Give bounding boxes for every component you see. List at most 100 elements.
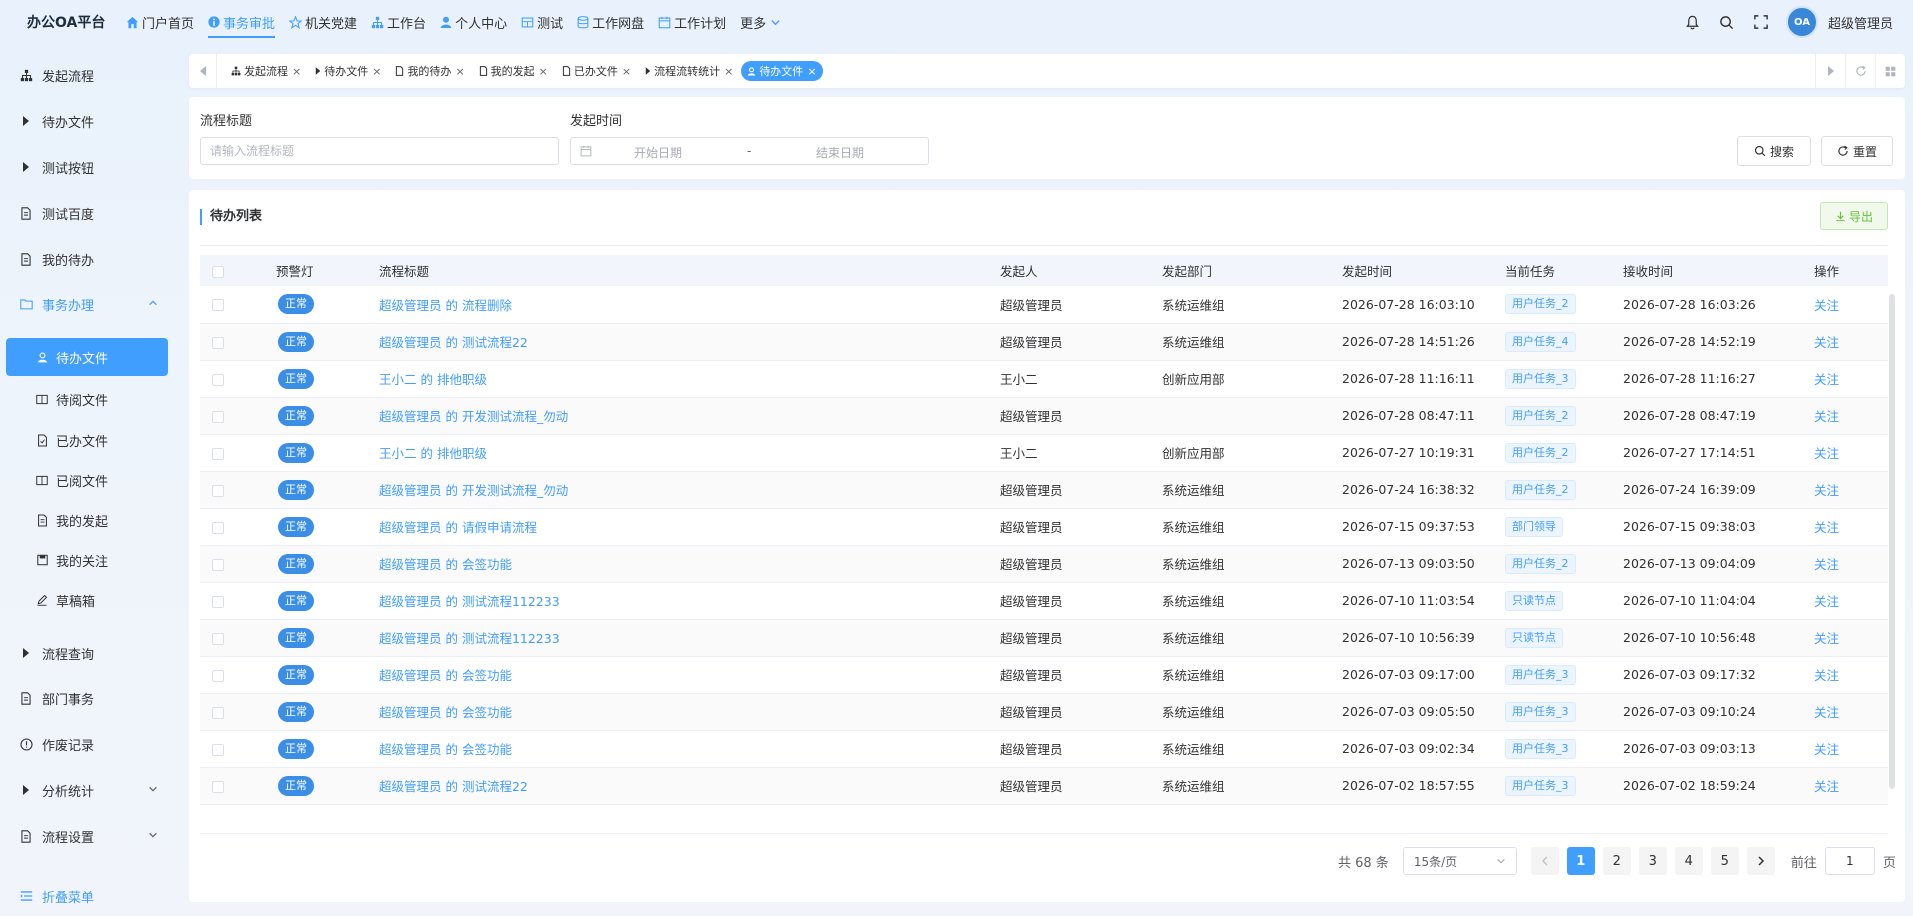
page-button[interactable]: 5 xyxy=(1710,847,1739,875)
table-row[interactable]: 正常 超级管理员 的 会签功能 超级管理员 系统运维组 2026-07-03 09:05… xyxy=(200,693,1888,730)
row-checkbox[interactable] xyxy=(200,360,276,397)
nav-item-netdisk[interactable]: 工作网盘 xyxy=(570,0,651,44)
table-row[interactable]: 正常 超级管理员 的 开发测试流程_勿动 超级管理员 2026-07-28 08:47… xyxy=(200,397,1888,434)
fullscreen-icon[interactable] xyxy=(1744,0,1778,44)
sidebar-item-dept-affairs[interactable]: 部门事务 xyxy=(6,679,168,717)
nav-item-portal[interactable]: 门户首页 xyxy=(119,0,201,44)
table-row[interactable]: 正常 超级管理员 的 请假申请流程 超级管理员 系统运维组 2026-07-15 09:… xyxy=(200,508,1888,545)
process-title-link[interactable]: 超级管理员 的 开发测试流程_勿动 xyxy=(379,409,568,424)
select-all-checkbox[interactable] xyxy=(200,255,276,286)
row-checkbox[interactable] xyxy=(200,323,276,360)
process-title-link[interactable]: 超级管理员 的 会签功能 xyxy=(379,705,512,720)
close-icon[interactable]: × xyxy=(455,65,464,78)
page-button[interactable]: 3 xyxy=(1638,847,1667,875)
page-button[interactable]: 1 xyxy=(1566,847,1595,875)
sidebar-item-process-query[interactable]: 流程查询 xyxy=(6,634,168,672)
tag-todo-files[interactable]: 待办文件 × xyxy=(309,61,387,81)
follow-link[interactable]: 关注 xyxy=(1814,668,1839,683)
page-button[interactable]: 4 xyxy=(1674,847,1703,875)
process-title-link[interactable]: 超级管理员 的 测试流程112233 xyxy=(379,631,560,646)
row-checkbox[interactable] xyxy=(200,545,276,582)
table-row[interactable]: 正常 超级管理员 的 测试流程22 超级管理员 系统运维组 2026-07-02 18:… xyxy=(200,767,1888,804)
sidebar-item-to-read[interactable]: 待阅文件 xyxy=(6,380,168,418)
username[interactable]: 超级管理员 xyxy=(1828,13,1893,32)
process-title-link[interactable]: 超级管理员 的 流程删除 xyxy=(379,298,512,313)
tag-flow-stats[interactable]: 流程流转统计 × xyxy=(639,61,739,81)
nav-item-party[interactable]: 机关党建 xyxy=(282,0,364,44)
process-title-link[interactable]: 超级管理员 的 会签功能 xyxy=(379,742,512,757)
table-row[interactable]: 正常 王小二 的 排他职级 王小二 创新应用部 2026-07-28 11:16:11 用… xyxy=(200,360,1888,397)
table-row[interactable]: 正常 超级管理员 的 测试流程112233 超级管理员 系统运维组 2026-07-10… xyxy=(200,582,1888,619)
row-checkbox[interactable] xyxy=(200,286,276,323)
follow-link[interactable]: 关注 xyxy=(1814,483,1839,498)
row-checkbox[interactable] xyxy=(200,508,276,545)
row-checkbox[interactable] xyxy=(200,693,276,730)
sidebar-item-done-files[interactable]: 已办文件 xyxy=(6,421,168,459)
reset-button[interactable]: 重置 xyxy=(1821,136,1893,166)
sidebar-item-test-buttons[interactable]: 测试按钮 xyxy=(6,148,168,186)
tags-scroll-right[interactable] xyxy=(1815,54,1845,88)
sidebar-item-analytics[interactable]: 分析统计 xyxy=(6,771,168,809)
tag-start-process[interactable]: 发起流程 × xyxy=(225,61,307,81)
prev-page-button[interactable] xyxy=(1530,847,1559,875)
sidebar-item-process-settings[interactable]: 流程设置 xyxy=(6,817,168,855)
process-title-link[interactable]: 超级管理员 的 开发测试流程_勿动 xyxy=(379,483,568,498)
nav-item-approval[interactable]: 事务审批 xyxy=(201,0,282,44)
nav-item-personal[interactable]: 个人中心 xyxy=(433,0,514,44)
nav-item-more[interactable]: 更多 xyxy=(733,0,788,44)
table-row[interactable]: 正常 超级管理员 的 测试流程112233 超级管理员 系统运维组 2026-07-10… xyxy=(200,619,1888,656)
follow-link[interactable]: 关注 xyxy=(1814,557,1839,572)
nav-item-plan[interactable]: 工作计划 xyxy=(651,0,733,44)
title-search-input[interactable] xyxy=(201,138,558,164)
process-title-link[interactable]: 超级管理员 的 会签功能 xyxy=(379,557,512,572)
row-checkbox[interactable] xyxy=(200,582,276,619)
tag-pending-files-active[interactable]: 待办文件 × xyxy=(741,61,823,81)
close-icon[interactable]: × xyxy=(372,65,381,78)
row-checkbox[interactable] xyxy=(200,397,276,434)
close-icon[interactable]: × xyxy=(724,65,733,78)
sidebar-item-void-records[interactable]: 作废记录 xyxy=(6,725,168,763)
table-row[interactable]: 正常 超级管理员 的 会签功能 超级管理员 系统运维组 2026-07-03 09:17… xyxy=(200,656,1888,693)
page-size-select[interactable]: 15条/页 xyxy=(1402,847,1517,875)
table-row[interactable]: 正常 超级管理员 的 会签功能 超级管理员 系统运维组 2026-07-03 09:02… xyxy=(200,730,1888,767)
start-date-input[interactable]: 开始日期 xyxy=(634,144,682,161)
follow-link[interactable]: 关注 xyxy=(1814,631,1839,646)
row-checkbox[interactable] xyxy=(200,619,276,656)
collapse-menu-button[interactable]: 折叠菜单 xyxy=(6,877,168,915)
tags-scroll-left[interactable] xyxy=(189,54,217,88)
follow-link[interactable]: 关注 xyxy=(1814,372,1839,387)
process-title-link[interactable]: 超级管理员 的 测试流程22 xyxy=(379,335,528,350)
nav-item-workbench[interactable]: 工作台 xyxy=(364,0,433,44)
sidebar-item-my-follow[interactable]: 我的关注 xyxy=(6,541,168,579)
close-icon[interactable]: × xyxy=(622,65,631,78)
next-page-button[interactable] xyxy=(1746,847,1775,875)
process-title-link[interactable]: 超级管理员 的 测试流程22 xyxy=(379,779,528,794)
goto-page-input[interactable]: 1 xyxy=(1824,847,1875,875)
process-title-link[interactable]: 超级管理员 的 测试流程112233 xyxy=(379,594,560,609)
row-checkbox[interactable] xyxy=(200,767,276,804)
date-range-picker[interactable]: 开始日期 - 结束日期 xyxy=(570,137,929,165)
follow-link[interactable]: 关注 xyxy=(1814,779,1839,794)
follow-link[interactable]: 关注 xyxy=(1814,335,1839,350)
sidebar-item-pending-files[interactable]: 待办文件 xyxy=(6,338,168,376)
table-row[interactable]: 正常 超级管理员 的 测试流程22 超级管理员 系统运维组 2026-07-28 14:… xyxy=(200,323,1888,360)
follow-link[interactable]: 关注 xyxy=(1814,742,1839,757)
follow-link[interactable]: 关注 xyxy=(1814,594,1839,609)
table-row[interactable]: 正常 超级管理员 的 会签功能 超级管理员 系统运维组 2026-07-13 09:03… xyxy=(200,545,1888,582)
table-row[interactable]: 正常 超级管理员 的 开发测试流程_勿动 超级管理员 系统运维组 2026-07-24 … xyxy=(200,471,1888,508)
search-button[interactable]: 搜索 xyxy=(1737,136,1811,166)
search-icon[interactable] xyxy=(1710,0,1744,44)
table-scrollbar[interactable] xyxy=(1889,294,1895,789)
follow-link[interactable]: 关注 xyxy=(1814,520,1839,535)
sidebar-item-start-process[interactable]: 发起流程 xyxy=(6,56,168,94)
sidebar-item-test-baidu[interactable]: 测试百度 xyxy=(6,194,168,232)
follow-link[interactable]: 关注 xyxy=(1814,409,1839,424)
row-checkbox[interactable] xyxy=(200,471,276,508)
row-checkbox[interactable] xyxy=(200,434,276,471)
nav-item-test[interactable]: 测试 xyxy=(514,0,570,44)
bell-icon[interactable] xyxy=(1676,0,1710,44)
follow-link[interactable]: 关注 xyxy=(1814,298,1839,313)
tags-menu-icon[interactable] xyxy=(1875,54,1905,88)
row-checkbox[interactable] xyxy=(200,656,276,693)
follow-link[interactable]: 关注 xyxy=(1814,446,1839,461)
